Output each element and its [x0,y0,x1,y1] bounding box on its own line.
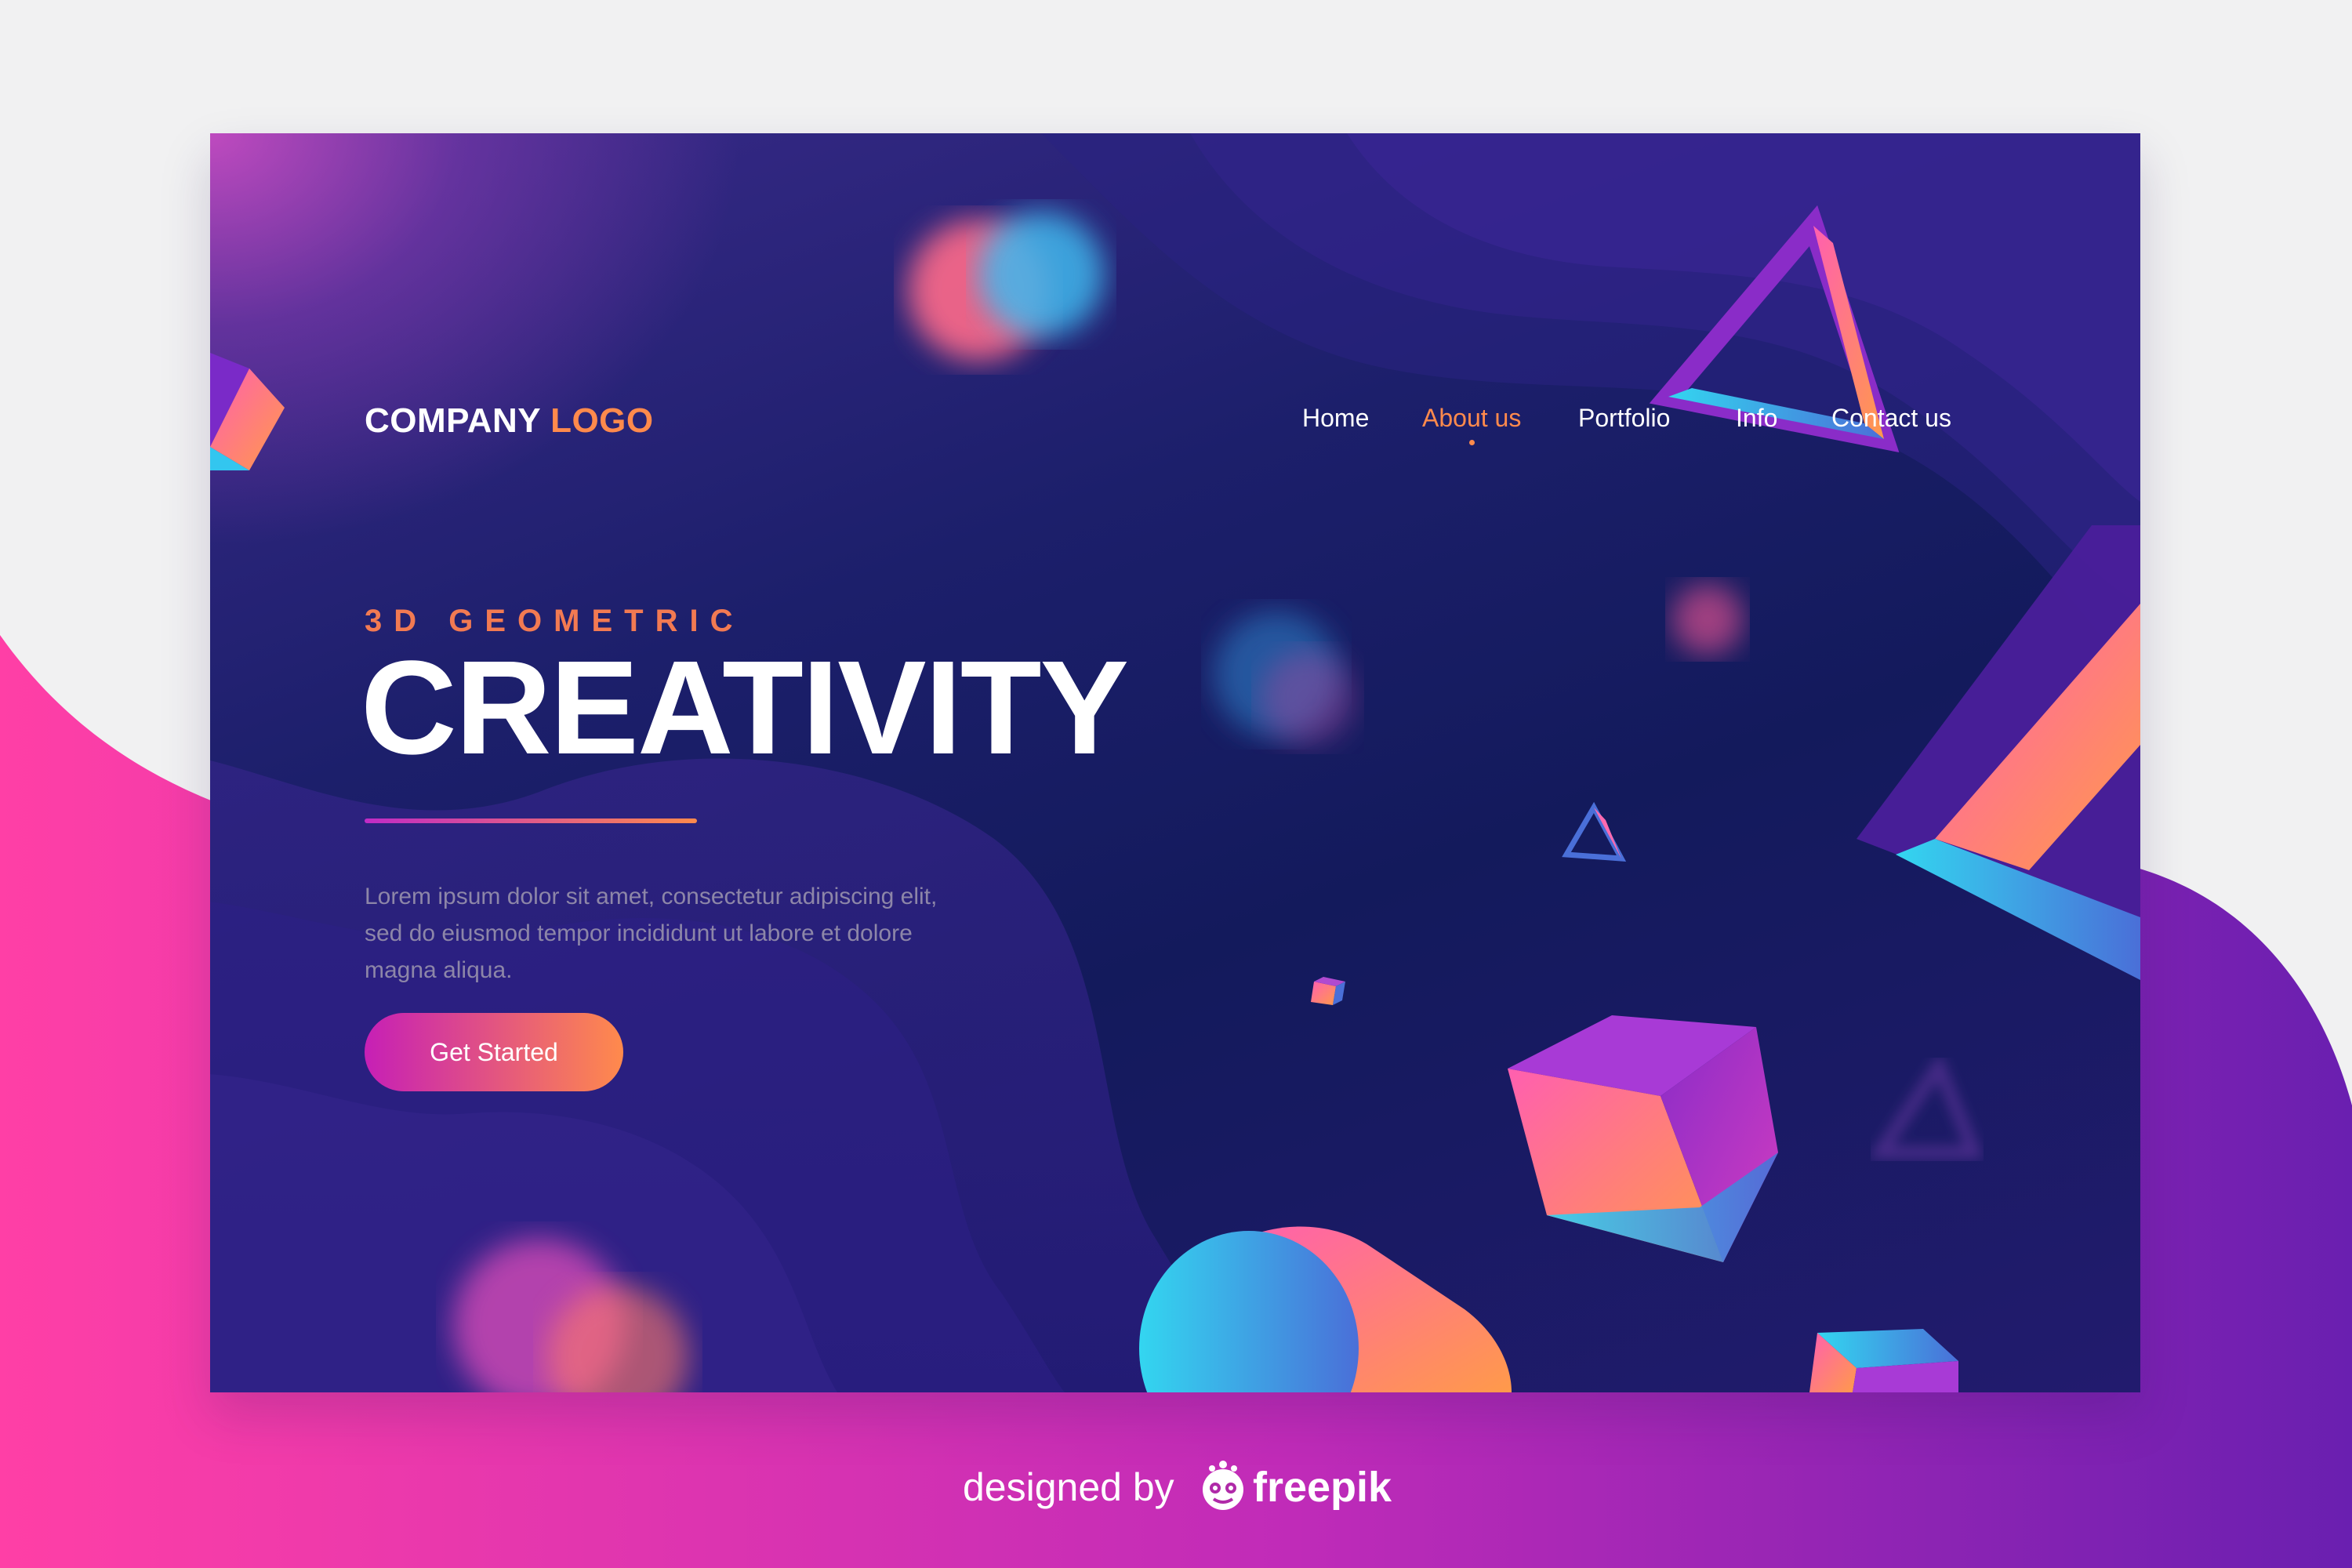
freepik-mascot-icon [1203,1461,1243,1510]
credit-brand: freepik [1253,1464,1392,1511]
get-started-button[interactable]: Get Started [365,1013,623,1091]
nav-item-about-us-label: About us [1422,404,1522,432]
nav-item-info[interactable]: Info [1736,404,1777,433]
hero-divider [365,818,697,823]
landing-card: COMPANY LOGO Home About us Portfolio Inf… [210,133,2140,1392]
hero-description: Lorem ipsum dolor sit amet, consectetur … [365,884,938,983]
main-nav: Home About us Portfolio Info Contact us [210,404,2140,451]
nav-item-contact-us[interactable]: Contact us [1831,404,1951,433]
credit-prefix: designed by [963,1465,1174,1509]
nav-item-about-us[interactable]: About us [1422,404,1522,445]
nav-item-portfolio[interactable]: Portfolio [1578,404,1670,433]
hero-title: CREATIVITY [361,633,1129,782]
active-indicator-dot [1469,440,1475,445]
designer-credit[interactable]: designed by freepik [963,1458,1402,1513]
nav-item-home[interactable]: Home [1302,404,1369,433]
